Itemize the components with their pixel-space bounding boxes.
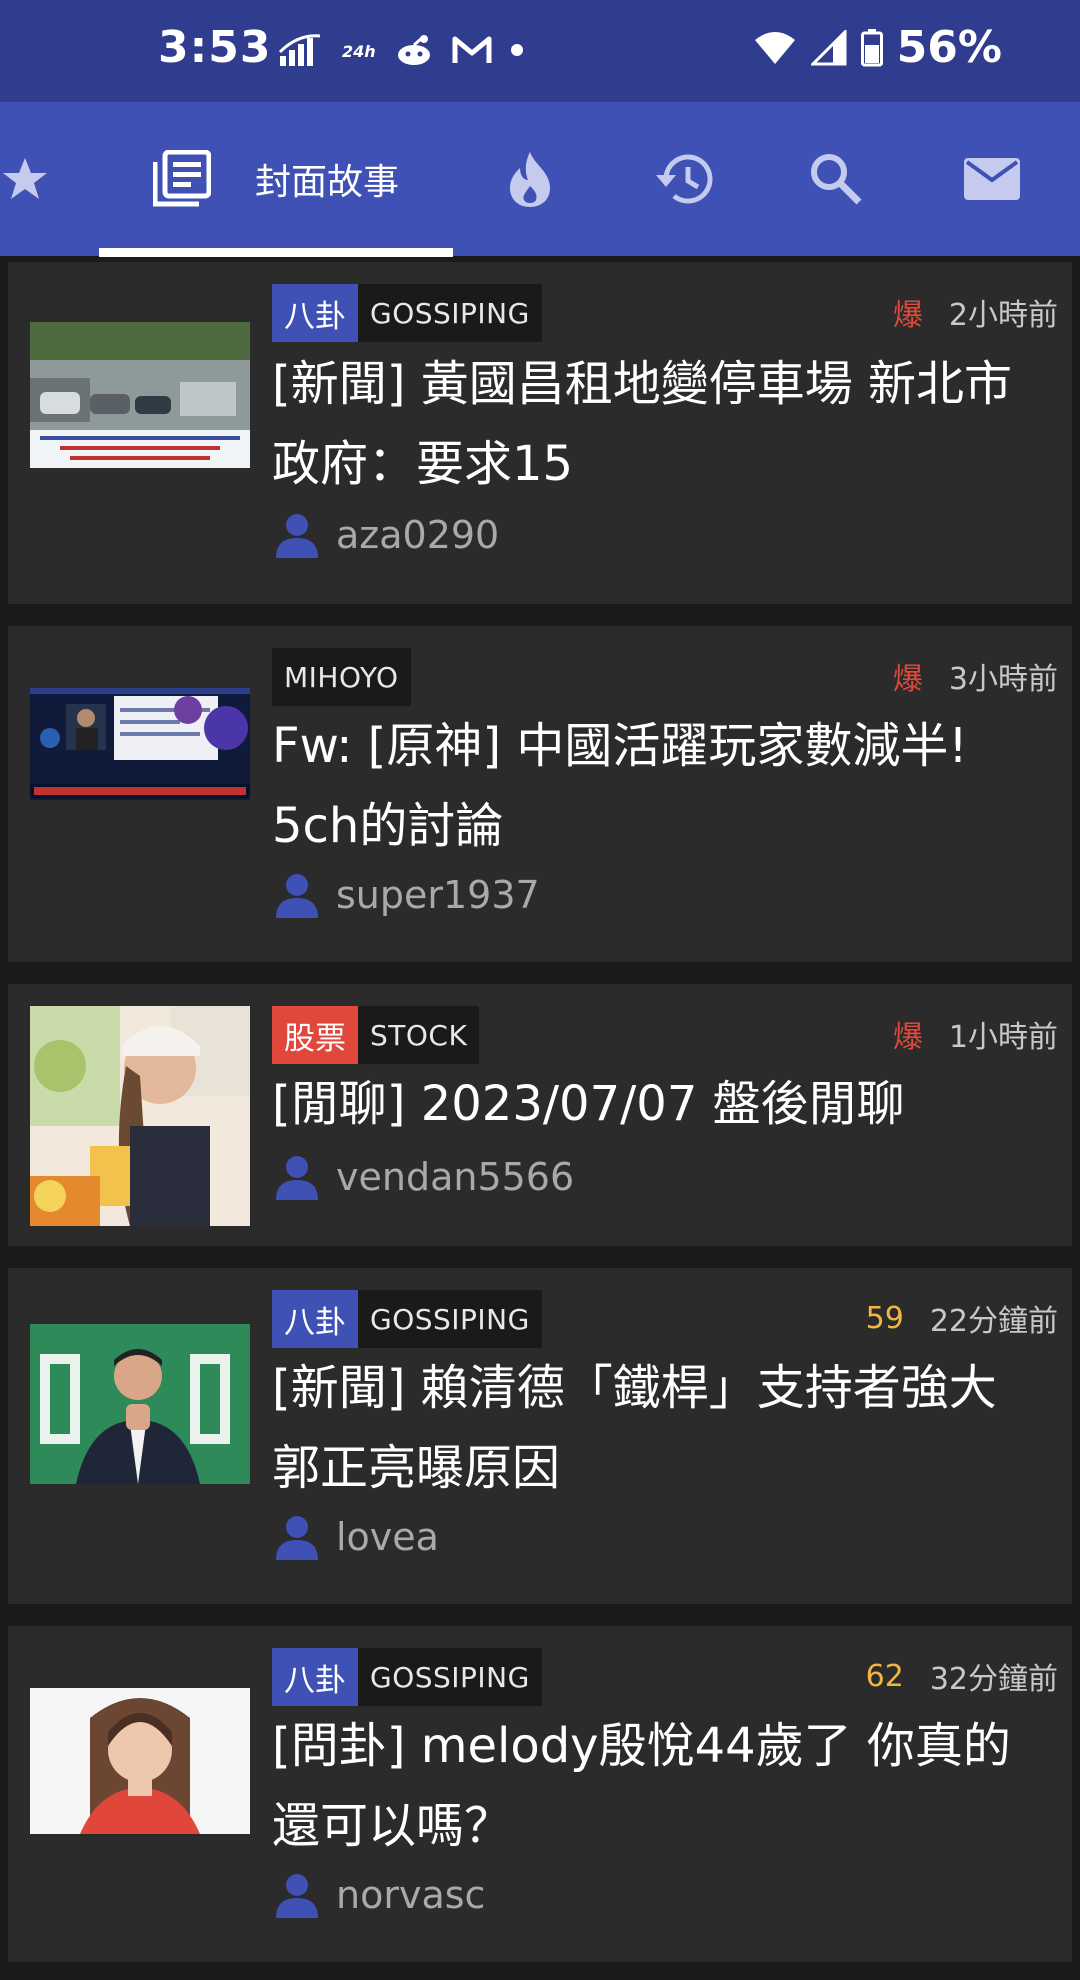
- active-tab-indicator: [99, 248, 453, 257]
- tab-cover-story-label: 封面故事: [254, 162, 399, 203]
- board-name: STOCK: [358, 1006, 480, 1064]
- fire-icon: [510, 152, 550, 207]
- signal-bars-icon: [278, 34, 321, 66]
- category-badge: 八卦: [272, 1648, 358, 1706]
- status-notification-icons: 24h: [278, 32, 524, 68]
- board-tag[interactable]: 股票 STOCK: [272, 1006, 480, 1064]
- person-icon: [276, 1156, 318, 1200]
- board-name: GOSSIPING: [358, 1290, 542, 1348]
- gmail-icon: [452, 36, 492, 63]
- tab-bar: 封面故事: [0, 102, 1080, 257]
- hot-badge: 爆: [892, 298, 923, 333]
- post-thumbnail: [30, 322, 250, 468]
- search-icon: [811, 154, 862, 205]
- post-title[interactable]: [問卦] melody殷悅44歲了 你真的還可以嗎？: [272, 1706, 1052, 1866]
- category-badge: 八卦: [272, 284, 358, 342]
- push-count: 62: [865, 1658, 904, 1694]
- author-name: lovea: [336, 1515, 439, 1559]
- post-thumbnail: [30, 1324, 250, 1484]
- status-bar: 3:53 24h 56%: [0, 0, 1080, 102]
- tab-cover-story[interactable]: 封面故事: [99, 102, 453, 256]
- post-meta: 爆 2小時前: [893, 290, 1058, 334]
- 24h-icon: 24h: [342, 42, 376, 61]
- category-badge: 八卦: [272, 1290, 358, 1348]
- post-meta: 爆 1小時前: [893, 1012, 1058, 1056]
- post-time: 3小時前: [948, 662, 1058, 697]
- post-title[interactable]: [閒聊] 2023/07/07 盤後閒聊: [272, 1064, 1052, 1144]
- board-tag[interactable]: 八卦 GOSSIPING: [272, 1648, 542, 1706]
- post-time: 2小時前: [948, 298, 1058, 333]
- post-author[interactable]: super1937: [274, 872, 540, 918]
- post-thumbnail: [30, 1006, 250, 1226]
- battery-percent: 56%: [896, 22, 1002, 73]
- post-time: 1小時前: [948, 1020, 1058, 1055]
- person-icon: [276, 874, 318, 918]
- post-title[interactable]: [新聞] 賴清德「鐵桿」支持者強大 郭正亮曝原因: [272, 1348, 1052, 1508]
- board-tag[interactable]: MIHOYO: [272, 648, 411, 706]
- battery-icon: [860, 28, 883, 66]
- author-name: super1937: [336, 873, 540, 917]
- board-name: GOSSIPING: [358, 1648, 542, 1706]
- hot-badge: 爆: [892, 662, 923, 697]
- history-icon: [656, 154, 713, 204]
- post-meta: 爆 3小時前: [893, 654, 1058, 698]
- post-author[interactable]: vendan5566: [274, 1154, 574, 1200]
- board-tag[interactable]: 八卦 GOSSIPING: [272, 1290, 542, 1348]
- newspaper-icon: [152, 150, 211, 207]
- push-count: 59: [865, 1300, 904, 1336]
- author-name: aza0290: [336, 513, 500, 557]
- post-meta: 62 32分鐘前: [866, 1654, 1058, 1698]
- tab-history[interactable]: [643, 102, 723, 256]
- person-icon: [276, 514, 318, 558]
- post-title[interactable]: [新聞] 黃國昌租地變停車場 新北市政府：要求15: [272, 344, 1052, 504]
- category-badge: 股票: [272, 1006, 358, 1064]
- dot-icon: [511, 44, 523, 56]
- post-card[interactable]: MIHOYO 爆 3小時前 Fw: [原神] 中國活躍玩家數減半! 5ch的討論…: [8, 626, 1072, 962]
- tab-favorites[interactable]: [0, 102, 50, 256]
- star-icon: [3, 158, 47, 199]
- post-card[interactable]: 八卦 GOSSIPING 62 32分鐘前 [問卦] melody殷悅44歲了 …: [8, 1626, 1072, 1962]
- person-icon: [276, 1516, 318, 1560]
- hot-badge: 爆: [892, 1020, 923, 1055]
- status-time: 3:53: [158, 22, 272, 73]
- mail-icon: [964, 158, 1020, 200]
- post-meta: 59 22分鐘前: [866, 1296, 1058, 1340]
- status-system-icons: 56%: [753, 22, 1002, 73]
- board-tag[interactable]: 八卦 GOSSIPING: [272, 284, 542, 342]
- cell-signal-icon: [810, 29, 847, 65]
- author-name: norvasc: [336, 1873, 486, 1917]
- tab-mail[interactable]: [952, 102, 1032, 256]
- wifi-icon: [754, 31, 795, 64]
- tab-search[interactable]: [796, 102, 876, 256]
- post-thumbnail: [30, 688, 250, 800]
- post-author[interactable]: aza0290: [274, 512, 499, 558]
- person-icon: [276, 1874, 318, 1918]
- post-author[interactable]: norvasc: [274, 1872, 485, 1918]
- svg-text:24h: 24h: [342, 42, 376, 61]
- post-card[interactable]: 八卦 GOSSIPING 爆 2小時前 [新聞] 黃國昌租地變停車場 新北市政府…: [8, 262, 1072, 604]
- post-thumbnail: [30, 1688, 250, 1834]
- post-card[interactable]: 八卦 GOSSIPING 59 22分鐘前 [新聞] 賴清德「鐵桿」支持者強大 …: [8, 1268, 1072, 1604]
- tab-hot[interactable]: [490, 102, 570, 256]
- post-time: 32分鐘前: [929, 1662, 1058, 1697]
- board-name: MIHOYO: [272, 648, 411, 706]
- author-name: vendan5566: [336, 1155, 575, 1199]
- post-author[interactable]: lovea: [274, 1514, 439, 1560]
- board-name: GOSSIPING: [358, 284, 542, 342]
- post-title[interactable]: Fw: [原神] 中國活躍玩家數減半! 5ch的討論: [272, 706, 1052, 866]
- post-card[interactable]: 股票 STOCK 爆 1小時前 [閒聊] 2023/07/07 盤後閒聊 ven…: [8, 984, 1072, 1246]
- post-time: 22分鐘前: [929, 1304, 1058, 1339]
- reddit-icon: [398, 35, 430, 65]
